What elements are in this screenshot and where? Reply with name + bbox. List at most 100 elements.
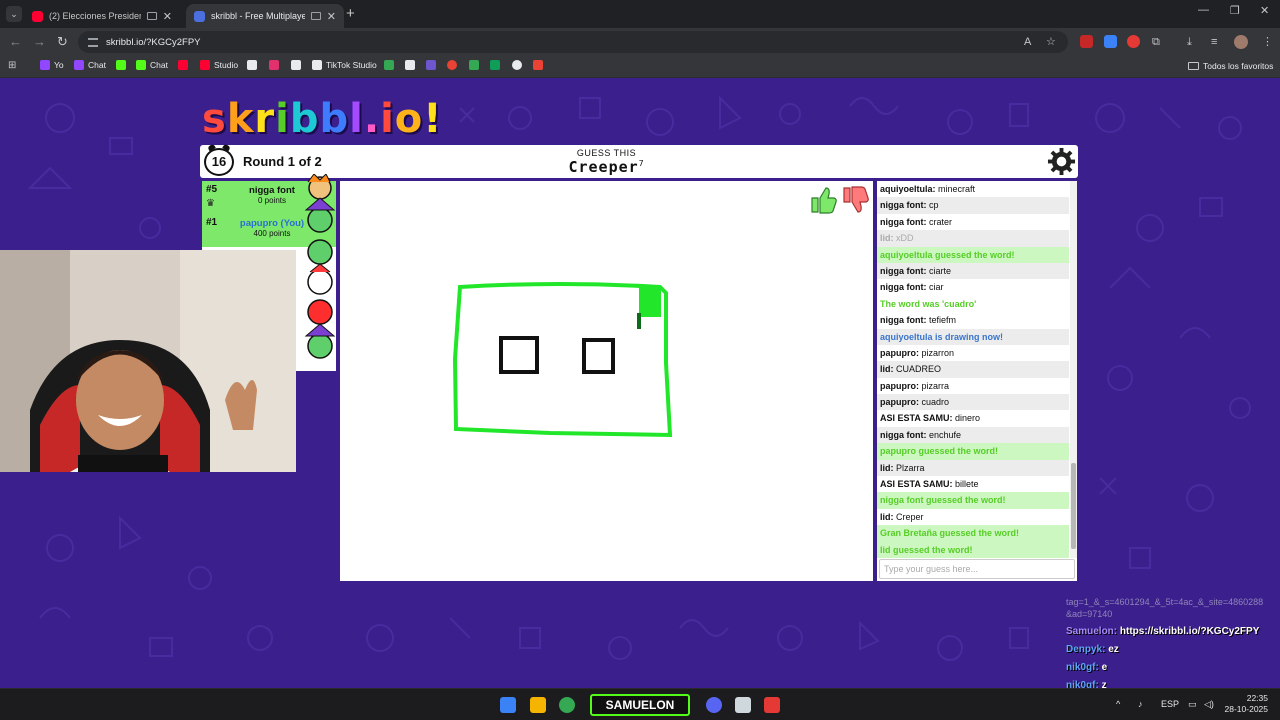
tab-youtube[interactable]: (2) Elecciones Presidenciale ✕ (24, 4, 180, 28)
bookmark-item[interactable] (533, 60, 543, 70)
close-tab-icon[interactable]: ✕ (327, 10, 336, 23)
menu-kebab-icon[interactable]: ⋮ (1262, 35, 1273, 49)
app-icon[interactable] (735, 697, 751, 713)
bookmark-item[interactable] (291, 60, 301, 70)
downloads-icon[interactable]: ⤓ (1187, 35, 1192, 49)
chat-message: nigga font: cp (877, 197, 1069, 214)
tab-media-icon[interactable] (146, 12, 157, 20)
profile-avatar[interactable] (1234, 35, 1248, 49)
bookmark-icon (447, 60, 457, 70)
thumbs-down-icon[interactable] (840, 185, 870, 215)
app-icon[interactable] (764, 697, 780, 713)
bookmark-item[interactable] (469, 60, 479, 70)
chat-username: lid: (880, 233, 894, 244)
avatar (307, 333, 333, 359)
drawing-canvas[interactable] (340, 181, 873, 581)
bookmark-item[interactable] (512, 60, 522, 70)
bookmark-label: Chat (88, 60, 106, 70)
scrollbar-thumb[interactable] (1071, 463, 1076, 549)
bookmark-item[interactable]: Studio (200, 60, 238, 70)
chat-message: ASI ESTA SAMU: dinero (877, 410, 1069, 426)
chat-messages[interactable]: aquiyoeltula: minecraft nigga font: cp nig… (877, 181, 1069, 558)
chat-text: billete (955, 479, 979, 490)
folder-label: Todos los favoritos (1203, 61, 1274, 71)
tab-title: (2) Elecciones Presidenciale (49, 11, 141, 21)
avatar (307, 239, 333, 265)
bookmark-item[interactable]: Chat (74, 60, 106, 70)
chat-text: xDD (896, 233, 914, 244)
discord-icon[interactable] (706, 697, 722, 713)
tiktok-icon (291, 60, 301, 70)
skribbl-logo: skribbl.io! (202, 96, 443, 142)
bookmark-item[interactable] (178, 60, 188, 70)
samuelon-app-button[interactable]: SAMUELON (590, 694, 690, 716)
media-control-icon[interactable]: ≡ (1211, 35, 1217, 49)
chat-message: nigga font: tefiefm (877, 312, 1069, 328)
bookmark-item[interactable] (447, 60, 457, 70)
webcam-overlay (0, 250, 296, 472)
forward-icon[interactable]: → (33, 34, 46, 50)
microphone-icon[interactable]: ♪ (1138, 699, 1143, 709)
start-menu-icon[interactable] (500, 697, 516, 713)
new-tab-icon[interactable]: + (346, 6, 355, 22)
tab-media-icon[interactable] (310, 12, 321, 20)
chat-message: aquiyoeltula guessed the word! (877, 246, 1069, 263)
settings-gear-icon[interactable] (1047, 147, 1076, 176)
youtube-icon (178, 60, 188, 70)
tab-skribbl[interactable]: skribbl - Free Multiplayer D ✕ (186, 4, 344, 28)
all-bookmarks-folder[interactable]: Todos los favoritos (1188, 61, 1273, 71)
bookmark-item[interactable] (247, 60, 257, 70)
bookmark-star-icon[interactable]: ☆ (1046, 35, 1056, 49)
chat-text: aquiyoeltula is drawing now! (880, 331, 1004, 342)
chat-text: crater (929, 216, 953, 227)
word-length: 7 (638, 159, 645, 168)
extension-icon[interactable] (1104, 35, 1117, 48)
close-window-icon[interactable]: ✕ (1260, 4, 1269, 17)
bookmark-item[interactable] (116, 60, 126, 70)
guess-input[interactable] (879, 559, 1075, 579)
volume-icon[interactable]: ◁) (1204, 699, 1214, 710)
bookmark-icon (469, 60, 479, 70)
tab-strip: ⌄ (2) Elecciones Presidenciale ✕ skribbl… (0, 0, 1280, 28)
tab-search-icon[interactable]: ⌄ (6, 6, 22, 22)
thumbs-up-icon[interactable] (808, 185, 838, 215)
chat-message: nigga font: enchufe (877, 426, 1069, 444)
site-info-icon[interactable] (88, 37, 98, 47)
chat-message: ASI ESTA SAMU: billete (877, 476, 1069, 492)
network-icon[interactable]: ▭ (1188, 699, 1197, 710)
chat-username: lid: (880, 364, 894, 375)
address-bar[interactable]: skribbl.io/?KGCy2FPY (78, 31, 1068, 53)
extension-icon[interactable] (1080, 35, 1093, 48)
language-indicator[interactable]: ESP (1161, 699, 1179, 709)
chat-username: nigga font: (880, 315, 927, 326)
minimize-icon[interactable]: — (1198, 4, 1209, 16)
chat-scrollbar[interactable] (1070, 181, 1077, 558)
extensions-puzzle-icon[interactable]: ⧉ (1152, 35, 1160, 49)
chat-text: dinero (955, 413, 981, 424)
bookmark-item[interactable] (405, 60, 415, 70)
file-explorer-icon[interactable] (530, 697, 546, 713)
apps-grid-icon[interactable]: ⊞ (8, 59, 16, 73)
translate-icon[interactable]: A (1024, 35, 1031, 49)
bookmark-item[interactable] (384, 60, 394, 70)
chat-text: lid guessed the word! (880, 544, 973, 555)
restore-icon[interactable]: ❐ (1230, 4, 1240, 17)
drawing-stroke (582, 338, 615, 374)
chat-message: lid: Plzarra (877, 459, 1069, 477)
bookmark-item[interactable] (426, 60, 436, 70)
chat-username: aquiyoeltula: (880, 184, 936, 194)
bookmark-item[interactable]: TikTok Studio (312, 60, 377, 70)
back-icon[interactable]: ← (9, 34, 22, 50)
reload-icon[interactable]: ↻ (57, 34, 68, 50)
overlay-user: nik0gf: (1066, 662, 1099, 673)
system-clock[interactable]: 22:35 28-10-2025 (1222, 693, 1268, 715)
chrome-icon[interactable] (559, 697, 575, 713)
bookmark-item[interactable] (269, 60, 279, 70)
overlay-user: Samuelon: (1066, 626, 1118, 637)
bookmark-item[interactable] (490, 60, 500, 70)
tray-chevron-icon[interactable]: ^ (1116, 699, 1120, 709)
bookmark-item[interactable]: Chat (136, 60, 168, 70)
close-tab-icon[interactable]: ✕ (163, 10, 172, 23)
bookmark-item[interactable]: Yo (40, 60, 64, 70)
extension-icon[interactable] (1127, 35, 1140, 48)
